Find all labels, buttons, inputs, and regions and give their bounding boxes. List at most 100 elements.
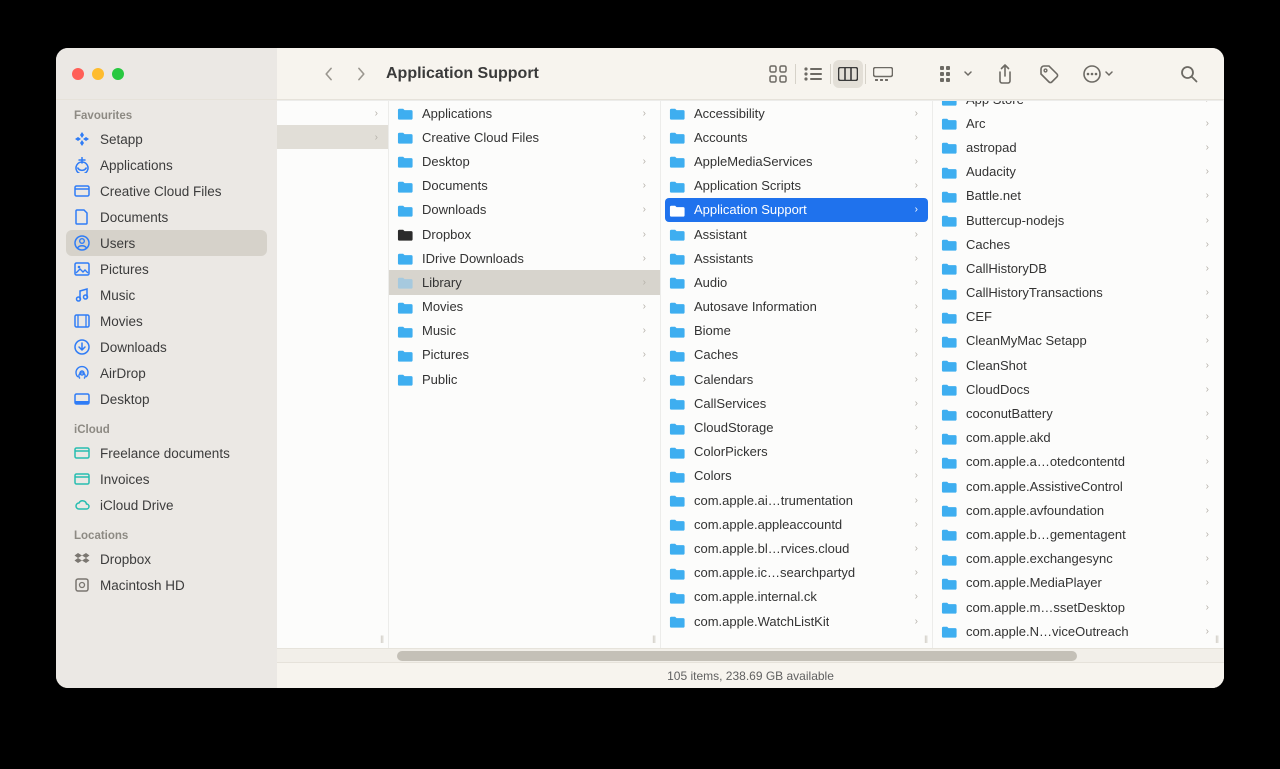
list-item[interactable]: Documents› (389, 174, 660, 198)
folder-icon (397, 154, 414, 168)
list-item[interactable]: CloudStorage› (661, 415, 932, 439)
sidebar-item-invoices[interactable]: Invoices (66, 466, 267, 492)
list-item[interactable]: Arc› (933, 111, 1223, 135)
list-item[interactable]: Creative Cloud Files› (389, 125, 660, 149)
list-item[interactable]: com.apple.bl…rvices.cloud› (661, 536, 932, 560)
list-item[interactable]: CleanShot› (933, 353, 1223, 377)
column-view-button[interactable] (833, 60, 863, 88)
list-item[interactable]: coconutBattery› (933, 401, 1223, 425)
list-item[interactable]: Colors› (661, 464, 932, 488)
folder-icon (669, 517, 686, 531)
tags-button[interactable] (1034, 60, 1064, 88)
list-item[interactable]: com.apple.WatchListKit› (661, 609, 932, 633)
list-item[interactable]: Application Support› (665, 198, 928, 222)
column-resize-handle[interactable]: ‖ (924, 635, 930, 646)
list-item[interactable]: Caches› (933, 232, 1223, 256)
list-item[interactable]: CleanMyMac Setapp› (933, 329, 1223, 353)
list-item[interactable]: com.apple.m…ssetDesktop› (933, 595, 1223, 619)
sidebar-item-freelance-documents[interactable]: Freelance documents (66, 440, 267, 466)
list-item[interactable]: Assistants› (661, 246, 932, 270)
list-item[interactable]: Buttercup-nodejs› (933, 208, 1223, 232)
sidebar-item-creative-cloud-files[interactable]: Creative Cloud Files (66, 178, 267, 204)
list-item[interactable]: CEF› (933, 305, 1223, 329)
list-item[interactable]: ColorPickers› (661, 440, 932, 464)
list-item[interactable]: Desktop› (389, 149, 660, 173)
list-item[interactable]: Pictures› (389, 343, 660, 367)
list-item[interactable]: Autosave Information› (661, 295, 932, 319)
list-item[interactable]: CallHistoryTransactions› (933, 281, 1223, 305)
list-item[interactable]: Movies› (389, 295, 660, 319)
list-item[interactable]: Accessibility› (661, 101, 932, 125)
close-window-button[interactable] (72, 68, 84, 80)
list-item[interactable]: CloudDocs› (933, 377, 1223, 401)
list-item[interactable]: › (277, 125, 388, 149)
list-item[interactable]: Audio› (661, 270, 932, 294)
share-button[interactable] (990, 60, 1020, 88)
list-item[interactable]: com.apple.appleaccountd› (661, 512, 932, 536)
list-item[interactable]: Biome› (661, 319, 932, 343)
sidebar-item-airdrop[interactable]: AirDrop (66, 360, 267, 386)
list-item-label: Dropbox (422, 227, 471, 242)
forward-button[interactable] (354, 67, 368, 81)
icon-view-button[interactable] (763, 60, 793, 88)
sidebar-item-music[interactable]: Music (66, 282, 267, 308)
list-item[interactable]: Accounts› (661, 125, 932, 149)
list-item[interactable]: com.apple.avfoundation› (933, 498, 1223, 522)
list-item[interactable]: CallHistoryDB› (933, 256, 1223, 280)
gallery-view-button[interactable] (868, 60, 898, 88)
sidebar-item-downloads[interactable]: Downloads (66, 334, 267, 360)
list-item[interactable]: App Store› (933, 101, 1223, 111)
list-item[interactable]: Calendars› (661, 367, 932, 391)
list-item[interactable]: › (277, 101, 388, 125)
sidebar-item-movies[interactable]: Movies (66, 308, 267, 334)
list-item[interactable]: Audacity› (933, 160, 1223, 184)
list-item[interactable]: Library› (389, 270, 660, 294)
list-item[interactable]: com.apple.N…viceOutreach› (933, 619, 1223, 643)
list-item[interactable]: com.apple.MediaPlayer› (933, 571, 1223, 595)
list-item[interactable]: Application Scripts› (661, 174, 932, 198)
sidebar-item-icloud-drive[interactable]: iCloud Drive (66, 492, 267, 518)
list-item[interactable]: Downloads› (389, 198, 660, 222)
back-button[interactable] (322, 67, 336, 81)
sidebar-item-pictures[interactable]: Pictures (66, 256, 267, 282)
list-item[interactable]: Caches› (661, 343, 932, 367)
search-button[interactable] (1174, 60, 1204, 88)
folder-icon (669, 106, 686, 120)
list-item[interactable]: com.apple.ai…trumentation› (661, 488, 932, 512)
list-item[interactable]: astropad› (933, 135, 1223, 159)
sidebar-item-macintosh-hd[interactable]: Macintosh HD (66, 572, 267, 598)
list-item[interactable]: Public› (389, 367, 660, 391)
fullscreen-window-button[interactable] (112, 68, 124, 80)
list-item-label: CloudStorage (694, 420, 774, 435)
sidebar-item-dropbox[interactable]: Dropbox (66, 546, 267, 572)
list-item[interactable]: CallServices› (661, 391, 932, 415)
sidebar-item-desktop[interactable]: Desktop (66, 386, 267, 412)
minimize-window-button[interactable] (92, 68, 104, 80)
list-item[interactable]: com.apple.AssistiveControl› (933, 474, 1223, 498)
column-resize-handle[interactable]: ‖ (652, 635, 658, 646)
list-item[interactable]: com.apple.exchangesync› (933, 547, 1223, 571)
sidebar-item-setapp[interactable]: Setapp (66, 126, 267, 152)
scrollbar-thumb[interactable] (397, 651, 1077, 661)
list-item[interactable]: AppleMediaServices› (661, 149, 932, 173)
sidebar-item-documents[interactable]: Documents (66, 204, 267, 230)
list-item[interactable]: com.apple.a…otedcontentd› (933, 450, 1223, 474)
horizontal-scrollbar[interactable] (277, 648, 1224, 662)
sidebar-item-users[interactable]: Users (66, 230, 267, 256)
column-resize-handle[interactable]: ‖ (380, 635, 386, 646)
list-item[interactable]: com.apple.internal.ck› (661, 585, 932, 609)
column-resize-handle[interactable]: ‖ (1215, 635, 1221, 646)
more-actions-button[interactable] (1078, 60, 1116, 88)
list-item[interactable]: Battle.net› (933, 184, 1223, 208)
list-item[interactable]: IDrive Downloads› (389, 246, 660, 270)
list-item[interactable]: Dropbox› (389, 222, 660, 246)
list-item[interactable]: Music› (389, 319, 660, 343)
group-by-button[interactable] (936, 60, 976, 88)
list-item[interactable]: Assistant› (661, 222, 932, 246)
list-item[interactable]: com.apple.b…gementagent› (933, 522, 1223, 546)
list-item[interactable]: com.apple.ic…searchpartyd› (661, 561, 932, 585)
list-view-button[interactable] (798, 60, 828, 88)
list-item[interactable]: Applications› (389, 101, 660, 125)
sidebar-item-applications[interactable]: Applications (66, 152, 267, 178)
list-item[interactable]: com.apple.akd› (933, 426, 1223, 450)
